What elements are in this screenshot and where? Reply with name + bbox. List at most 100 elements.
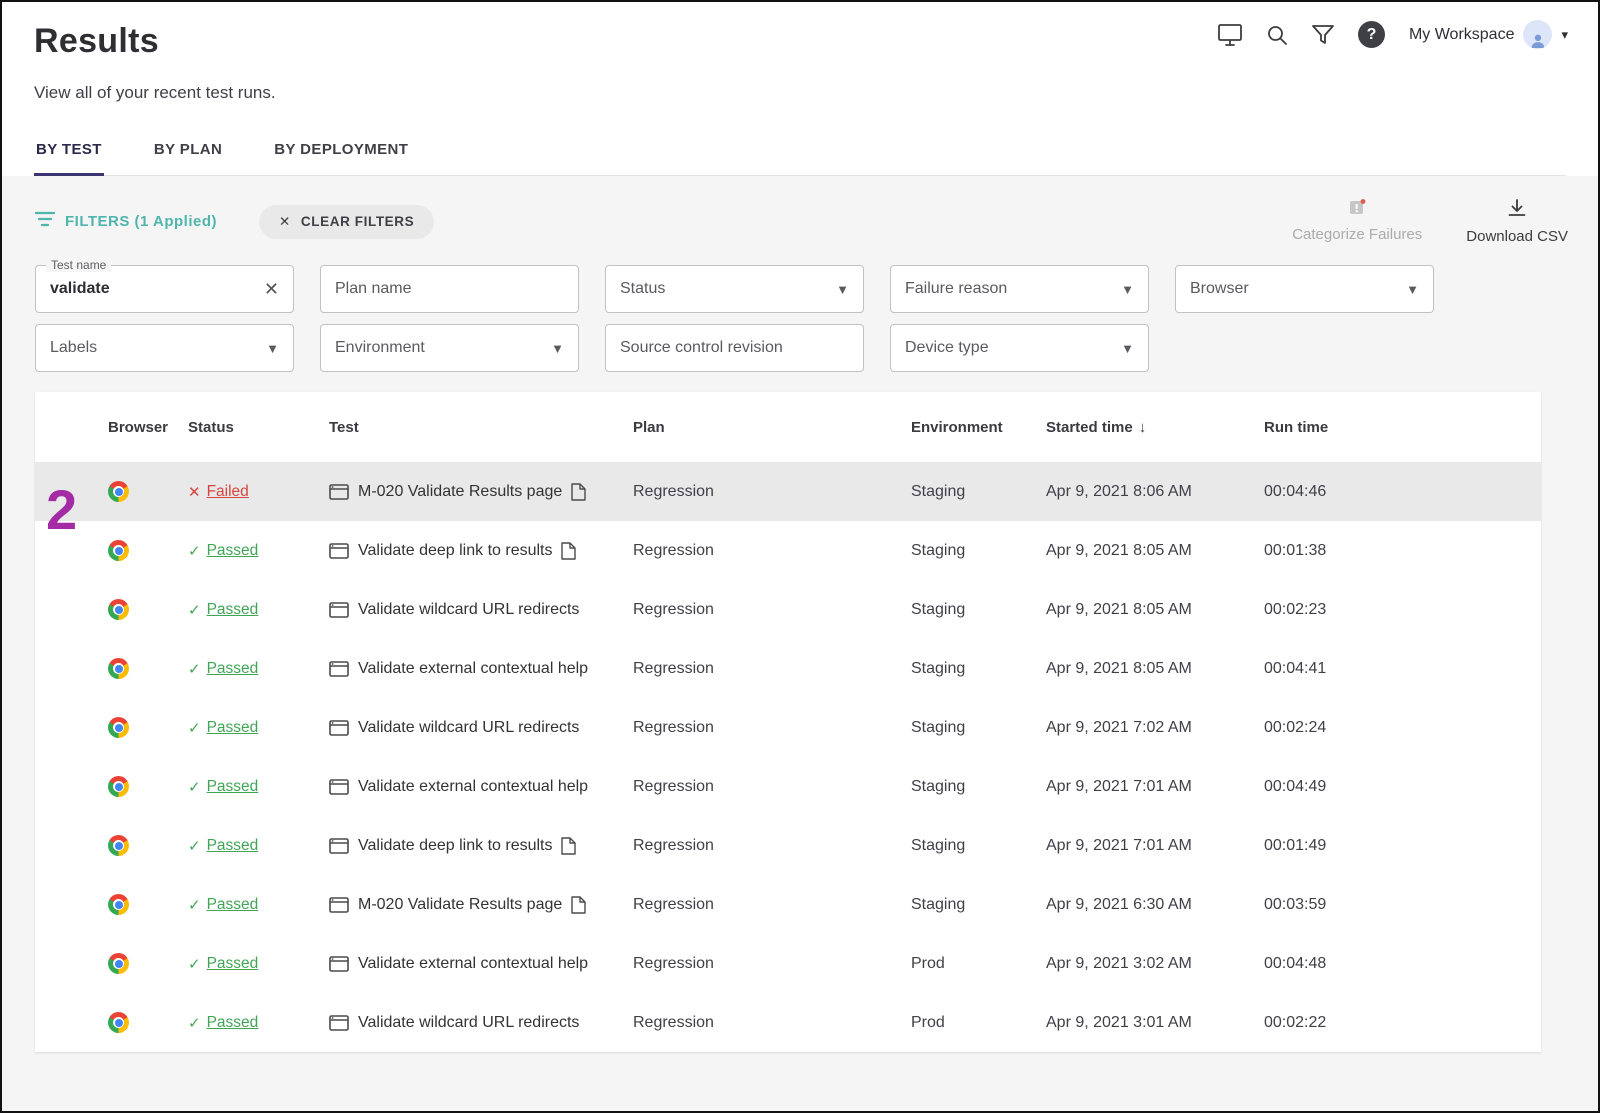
started-time-label: Started time [1046, 419, 1133, 436]
table-row[interactable]: ✓ Passed Validate external contextual he… [35, 934, 1541, 993]
clear-filters-label: CLEAR FILTERS [301, 214, 414, 229]
environment-cell: Staging [911, 483, 1046, 501]
clear-test-name-icon[interactable]: ✕ [264, 280, 279, 298]
started-time-cell: Apr 9, 2021 7:02 AM [1046, 719, 1264, 737]
col-environment[interactable]: Environment [911, 419, 1046, 436]
status-link[interactable]: ✓ Passed [188, 542, 258, 560]
run-time-cell: 00:04:46 [1264, 483, 1541, 501]
col-status[interactable]: Status [188, 419, 329, 436]
test-window-icon [329, 1015, 349, 1031]
environment-filter[interactable]: Environment ▼ [320, 324, 579, 372]
environment-cell: Staging [911, 660, 1046, 678]
clear-filters-button[interactable]: ✕ CLEAR FILTERS [259, 205, 434, 239]
table-row[interactable]: ✕ Failed M-020 Validate Results page Reg… [35, 462, 1541, 521]
environment-cell: Staging [911, 601, 1046, 619]
status-link[interactable]: ✓ Passed [188, 719, 258, 737]
status-icon: ✓ [188, 955, 201, 973]
test-window-icon [329, 897, 349, 913]
plan-cell: Regression [633, 719, 911, 737]
doc-icon[interactable] [561, 542, 576, 560]
workspace-menu[interactable]: My Workspace ▾ [1409, 20, 1568, 49]
device-type-filter[interactable]: Device type ▼ [890, 324, 1149, 372]
status-icon: ✓ [188, 719, 201, 737]
table-row[interactable]: ✓ Passed Validate wildcard URL redirects… [35, 993, 1541, 1052]
plan-cell: Regression [633, 1014, 911, 1032]
status-filter[interactable]: Status ▼ [605, 265, 864, 313]
plan-cell: Regression [633, 896, 911, 914]
col-browser[interactable]: Browser [108, 419, 188, 436]
download-csv-button[interactable]: Download CSV [1466, 198, 1568, 245]
status-link[interactable]: ✓ Passed [188, 955, 258, 973]
plan-cell: Regression [633, 483, 911, 501]
run-time-cell: 00:02:22 [1264, 1014, 1541, 1032]
table-row[interactable]: ✓ Passed Validate deep link to results R… [35, 521, 1541, 580]
test-name-filter[interactable]: Test name validate ✕ [35, 265, 294, 313]
tab-by-test[interactable]: BY TEST [34, 129, 104, 176]
table-header: Browser Status Test Plan Environment Sta… [35, 392, 1541, 462]
chevron-down-icon: ▾ [1561, 27, 1568, 43]
chrome-icon [108, 953, 129, 974]
source-control-revision-filter[interactable]: Source control revision [605, 324, 864, 372]
doc-icon[interactable] [561, 837, 576, 855]
test-window-icon [329, 779, 349, 795]
labels-filter[interactable]: Labels ▼ [35, 324, 294, 372]
run-time-cell: 00:01:38 [1264, 542, 1541, 560]
status-link[interactable]: ✓ Passed [188, 601, 258, 619]
browser-filter[interactable]: Browser ▼ [1175, 265, 1434, 313]
status-link[interactable]: ✓ Passed [188, 1014, 258, 1032]
status-link[interactable]: ✓ Passed [188, 778, 258, 796]
test-window-icon [329, 543, 349, 559]
doc-icon[interactable] [571, 483, 586, 501]
chrome-icon [108, 540, 129, 561]
col-run-time[interactable]: Run time [1264, 419, 1541, 436]
status-icon: ✓ [188, 1014, 201, 1032]
status-link[interactable]: ✓ Passed [188, 837, 258, 855]
page-subtitle: View all of your recent test runs. [34, 83, 1566, 103]
table-row[interactable]: ✓ Passed Validate external contextual he… [35, 639, 1541, 698]
workspace-label: My Workspace [1409, 26, 1515, 44]
device-type-placeholder: Device type [905, 339, 989, 357]
table-row[interactable]: ✓ Passed Validate external contextual he… [35, 757, 1541, 816]
filters-title: FILTERS (1 Applied) [65, 213, 217, 230]
run-time-cell: 00:04:41 [1264, 660, 1541, 678]
tabs: BY TEST BY PLAN BY DEPLOYMENT [34, 129, 1566, 176]
test-window-icon [329, 956, 349, 972]
col-test[interactable]: Test [329, 419, 633, 436]
help-icon[interactable]: ? [1358, 21, 1385, 48]
status-label: Failed [207, 483, 249, 501]
col-plan[interactable]: Plan [633, 419, 911, 436]
filter-icon[interactable] [1312, 25, 1334, 45]
search-icon[interactable] [1266, 24, 1288, 46]
status-link[interactable]: ✕ Failed [188, 483, 249, 501]
test-name: Validate external contextual help [358, 778, 588, 796]
filters-toggle[interactable]: FILTERS (1 Applied) [35, 211, 217, 232]
top-controls: ? My Workspace ▾ [1218, 20, 1568, 49]
tab-by-plan[interactable]: BY PLAN [152, 129, 224, 176]
table-row[interactable]: ✓ Passed Validate wildcard URL redirects… [35, 698, 1541, 757]
environment-cell: Prod [911, 1014, 1046, 1032]
sort-descending-icon: ↓ [1139, 419, 1147, 436]
status-icon: ✓ [188, 837, 201, 855]
tab-by-deployment[interactable]: BY DEPLOYMENT [272, 129, 410, 176]
status-label: Passed [207, 719, 259, 737]
started-time-cell: Apr 9, 2021 8:06 AM [1046, 483, 1264, 501]
status-label: Passed [207, 601, 259, 619]
status-link[interactable]: ✓ Passed [188, 660, 258, 678]
categorize-failures-button[interactable]: Categorize Failures [1292, 198, 1422, 245]
test-window-icon [329, 720, 349, 736]
col-started-time[interactable]: Started time ↓ [1046, 419, 1264, 436]
plan-cell: Regression [633, 542, 911, 560]
doc-icon[interactable] [571, 896, 586, 914]
monitor-icon[interactable] [1218, 24, 1242, 46]
chrome-icon [108, 599, 129, 620]
table-row[interactable]: ✓ Passed Validate deep link to results R… [35, 816, 1541, 875]
chrome-icon [108, 776, 129, 797]
test-window-icon [329, 484, 349, 500]
status-link[interactable]: ✓ Passed [188, 896, 258, 914]
filters-lines-icon [35, 211, 55, 232]
plan-name-filter[interactable]: Plan name [320, 265, 579, 313]
test-name-label: Test name [46, 258, 111, 272]
failure-reason-filter[interactable]: Failure reason ▼ [890, 265, 1149, 313]
table-row[interactable]: ✓ Passed M-020 Validate Results page Reg… [35, 875, 1541, 934]
table-row[interactable]: ✓ Passed Validate wildcard URL redirects… [35, 580, 1541, 639]
